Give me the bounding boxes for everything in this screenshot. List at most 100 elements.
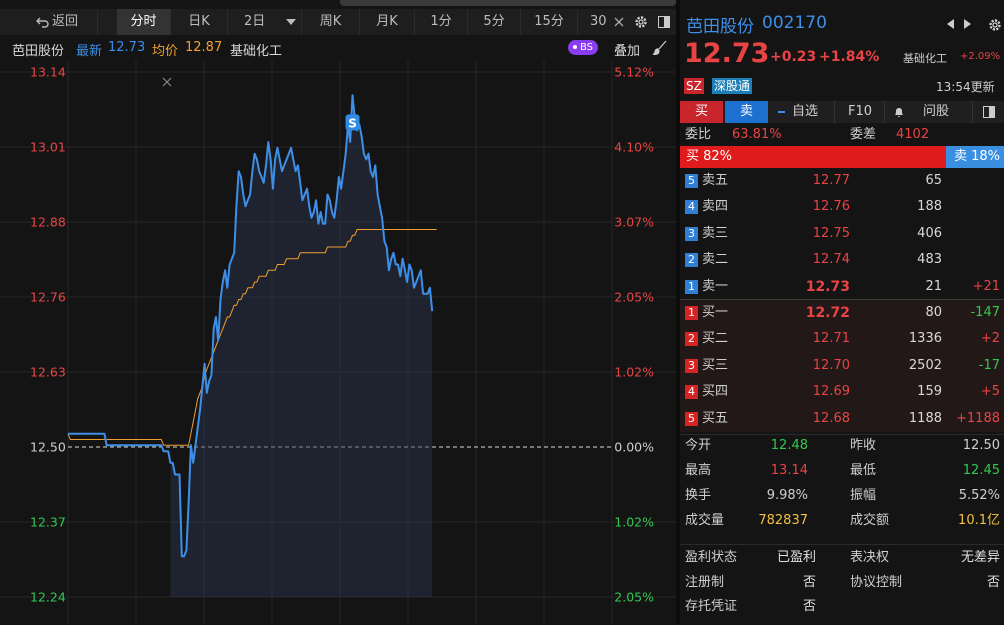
stats-row: 最高 13.14 最低 12.45 [680,460,1004,482]
tab-daily-k[interactable]: 日K [171,9,228,35]
status-label: 注册制 [685,574,725,590]
intraday-chart[interactable]: 13.14 5.12% 13.01 4.10% 12.88 3.07% 12.76 2.05%… [0,60,676,624]
bid-row[interactable]: 5 买五 12.68 1188 +1188 [680,406,1004,432]
price-row: 12.73 +0.23 +1.84% 基础化工 +2.09% [680,36,1004,76]
latest-value: 12.73 [108,40,146,55]
stat-label: 昨收 [850,438,877,453]
tab-15min[interactable]: 15分 [521,9,578,35]
buy-sell-ratio-bar: 买 82% 卖 18% [680,146,1004,168]
window-grip[interactable] [340,0,676,6]
stat-label: 今开 [685,438,712,453]
status-value: 无差异 [960,550,1000,565]
bid-price: 12.70 [812,357,850,373]
stock-name: 芭田股份 [12,44,65,59]
y-tick-label: 12.88 [30,215,66,230]
stats-row: 成交量 782837 成交额 10.1亿 [680,510,1004,532]
status-value: 否 [802,599,816,614]
dot-icon [573,45,577,49]
tab-weekly-k[interactable]: 周K [302,9,360,35]
buy-button[interactable]: 买 [680,101,723,123]
stat-value: 12.48 [770,438,808,453]
layout-toggle-icon[interactable] [972,101,1004,123]
bid-book: 1 买一 12.72 80 -147 2 买二 12.71 1336 +2 3 买三 12.70 2502… [680,300,1004,432]
connect-badge: 深股通 [712,78,753,94]
stat-label: 振幅 [850,488,877,503]
bid-row[interactable]: 4 买四 12.69 159 +5 [680,379,1004,405]
bid-level-index: 3 [685,358,698,373]
tab-2day[interactable]: 2日 [228,9,302,35]
close-icon[interactable] [608,9,630,35]
status-label: 存托凭证 [685,599,738,614]
prev-stock-icon[interactable] [947,19,955,29]
panel-toggle-icon[interactable] [652,9,676,35]
quote-panel: 芭田股份 002170 12.73 +0.23 +1.84% 基础化工 +2.0… [680,0,1004,624]
chart-close-icon[interactable] [162,77,172,87]
back-icon[interactable] [0,9,49,35]
brush-icon[interactable] [652,40,668,56]
pct-tick-label: 5.12% [614,65,654,80]
stock-title: 芭田股份 [686,17,754,37]
avg-label: 均价 [152,44,179,59]
sell-button[interactable]: 卖 [725,101,768,123]
bid-row[interactable]: 3 买三 12.70 2502 -17 [680,353,1004,379]
ask-volume: 483 [917,252,942,268]
bid-level-label: 买五 [702,410,729,426]
ask-stock-button[interactable]: 问股 [884,101,973,123]
overlay-button[interactable]: 叠加 [614,40,640,59]
ask-volume: 406 [917,225,942,241]
status-label: 表决权 [850,550,890,565]
bs-badge[interactable]: BS [568,40,599,55]
ask-row[interactable]: 5 卖五 12.77 65 [680,168,1004,194]
back-button[interactable]: 返回 [52,9,98,35]
latest-label: 最新 [76,44,103,59]
bid-volume-change: +2 [980,331,1000,347]
price-change: +0.23 [770,49,817,65]
stat-value: 10.1亿 [958,513,1000,528]
pct-tick-label: 2.05% [614,590,654,605]
ask-book: 5 卖五 12.77 65 4 卖四 12.76 188 3 卖三 12.75 406 2 卖二 12.74… [680,168,1004,300]
stock-header: 芭田股份 002170 [680,10,1004,37]
stats-row: 换手 9.98% 振幅 5.52% [680,485,1004,507]
ask-price: 12.75 [812,225,850,241]
ask-row[interactable]: 1 卖一 12.73 21 +21 [680,274,1004,300]
ask-row[interactable]: 4 卖四 12.76 188 [680,194,1004,220]
f10-button[interactable]: F10 [834,101,885,123]
pct-tick-label: 3.07% [614,215,654,230]
sector-label: 基础化工 [230,44,283,59]
last-price: 12.73 [684,38,770,69]
tab-1min[interactable]: 1分 [415,9,468,35]
ask-row[interactable]: 3 卖三 12.75 406 [680,221,1004,247]
sector-name[interactable]: 基础化工 [903,50,947,66]
wb-label: 委比 [685,127,712,142]
bid-price: 12.68 [812,410,850,426]
ask-level-index: 4 [685,200,698,215]
status-block: 盈利状态 已盈利 表决权 无差异 注册制否协议控制否存托凭证否 [680,544,1004,625]
stat-value: 9.98% [766,488,808,503]
badge-row: SZ 深股通 13:54更新 [680,77,1004,97]
sell-pct: 卖 18% [953,149,1000,164]
ask-volume: 65 [925,173,942,188]
ask-level-index: 1 [685,279,698,294]
stat-label: 换手 [685,488,712,503]
wb-value: 63.81% [732,127,782,142]
ask-level-index: 3 [685,226,698,241]
bid-row[interactable]: 1 买一 12.72 80 -147 [680,300,1004,326]
bid-volume: 80 [925,305,942,320]
stat-label: 成交额 [850,513,890,528]
ask-row[interactable]: 2 卖二 12.74 483 [680,247,1004,273]
tab-monthly-k[interactable]: 月K [360,9,415,35]
bid-price: 12.72 [805,305,850,321]
bell-icon [895,108,903,117]
next-stock-icon[interactable] [963,19,971,29]
bid-row[interactable]: 2 买二 12.71 1336 +2 [680,326,1004,352]
tab-30min[interactable]: 30 [578,9,608,35]
ask-level-label: 卖四 [702,199,729,215]
tab-5min[interactable]: 5分 [468,9,521,35]
status-row: 存托凭证 否 [680,596,1004,618]
gear-icon[interactable] [630,9,652,35]
tab-intraday[interactable]: 分时 [117,9,171,35]
stats-block: 今开 12.48 昨收 12.50 最高 13.14 最低 12.45 换手 9.98% 振幅 5.5… [680,434,1004,535]
watchlist-button[interactable]: 自选 [768,101,834,123]
settings-icon[interactable] [988,18,1002,32]
minus-icon [778,111,785,113]
